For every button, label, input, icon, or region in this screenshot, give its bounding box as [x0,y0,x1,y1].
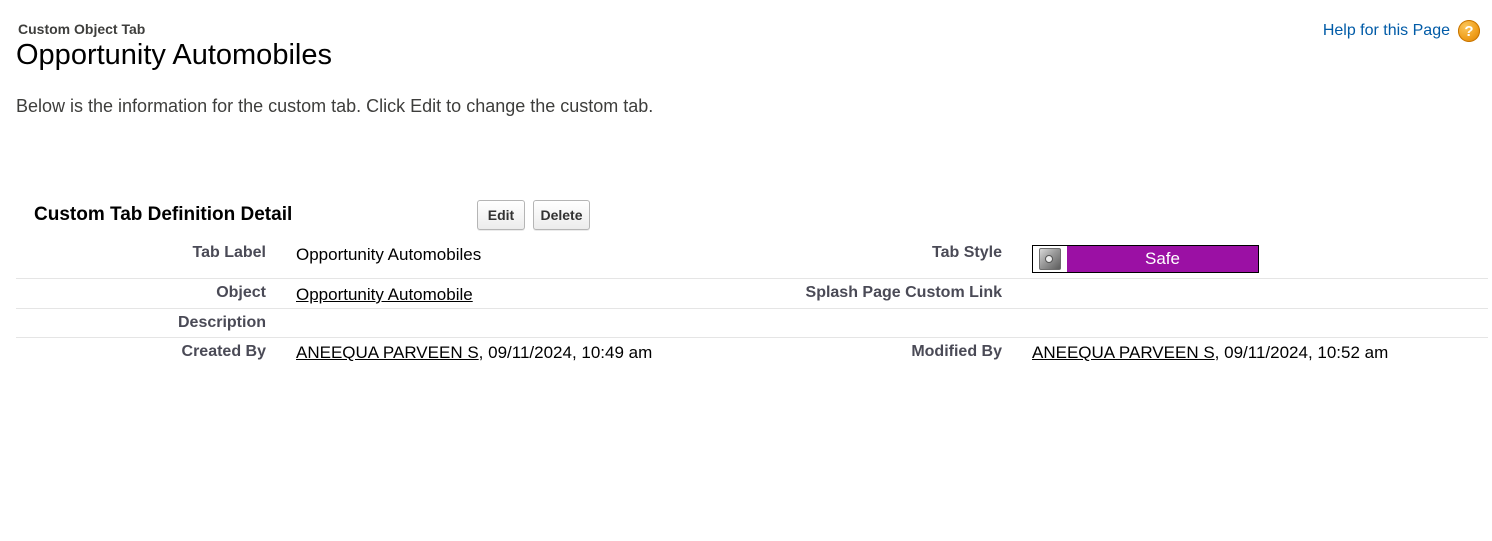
object-value: Opportunity Automobile [296,285,473,305]
modified-by-value: ANEEQUA PARVEEN S, 09/11/2024, 10:52 am [1032,343,1388,363]
object-link[interactable]: Opportunity Automobile [296,285,473,304]
created-by-label: Created By [181,343,266,360]
detail-title: Custom Tab Definition Detail [34,204,293,225]
delete-button[interactable]: Delete [533,200,590,230]
modified-by-label: Modified By [911,343,1002,360]
detail-row-created-modified: Created By ANEEQUA PARVEEN S, 09/11/2024… [16,338,1488,368]
page-type-label: Custom Object Tab [18,21,146,37]
detail-header: Custom Tab Definition Detail Edit Delete [16,198,1488,238]
tab-label-label: Tab Label [192,244,267,261]
page-title: Opportunity Automobiles [16,39,332,71]
detail-row-description: Description [16,309,1488,338]
description-label: Description [177,314,266,331]
help-link[interactable]: Help for this Page ? [1323,20,1480,42]
modified-by-date: , 09/11/2024, 10:52 am [1214,343,1389,362]
page-description: Below is the information for the custom … [16,96,654,116]
detail-row-tab-label: Tab Label Opportunity Automobiles Tab St… [16,238,1488,279]
question-mark-icon[interactable]: ? [1458,20,1480,42]
tab-style-label: Tab Style [932,244,1002,261]
object-label: Object [216,284,266,301]
tab-style-icon-cell [1033,246,1067,272]
created-by-date: , 09/11/2024, 10:49 am [478,343,653,362]
tab-label-value: Opportunity Automobiles [296,245,482,264]
safe-icon [1039,248,1061,270]
tab-style-swatch: Safe [1032,245,1259,273]
splash-page-custom-link-label: Splash Page Custom Link [805,284,1002,301]
created-by-user-link[interactable]: ANEEQUA PARVEEN S [296,343,479,362]
detail-row-object: Object Opportunity Automobile Splash Pag… [16,279,1488,309]
modified-by-user-link[interactable]: ANEEQUA PARVEEN S [1032,343,1215,362]
custom-tab-definition-detail: Custom Tab Definition Detail Edit Delete… [16,198,1488,368]
created-by-value: ANEEQUA PARVEEN S, 09/11/2024, 10:49 am [296,343,652,363]
help-link-text[interactable]: Help for this Page [1323,22,1450,40]
edit-button[interactable]: Edit [477,200,525,230]
tab-style-name: Safe [1067,246,1258,272]
